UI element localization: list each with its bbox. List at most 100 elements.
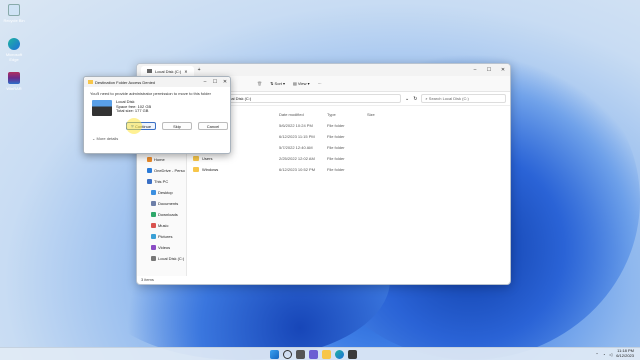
- refresh-icon[interactable]: ↻: [413, 96, 417, 102]
- maximize-icon[interactable]: ☐: [482, 67, 496, 73]
- delete-icon[interactable]: 🗑: [257, 81, 262, 86]
- row-date: 5/6/2022 10:24 PM: [279, 123, 313, 128]
- nav-item-label: Documents: [158, 201, 179, 206]
- edge-icon: [8, 38, 20, 50]
- nav-item[interactable]: Home: [137, 154, 186, 165]
- nav-item-label: OneDrive - Perso: [154, 168, 185, 173]
- explorer-tab[interactable]: Local Disk (C:) ✕: [141, 66, 194, 76]
- dialog-title: Destination Folder Access Denied: [95, 79, 156, 85]
- search-icon: ⌕: [425, 96, 428, 101]
- desktop-icon-winrar[interactable]: WinRAR: [3, 72, 25, 91]
- store-icon[interactable]: [348, 349, 357, 359]
- nav-item[interactable]: Videos: [137, 242, 186, 253]
- drive-details: Local Disk Space free: 102 GB Total size…: [116, 99, 151, 116]
- nav-item-icon: [147, 179, 152, 184]
- row-date: 5/7/2022 12:40 AM: [279, 145, 313, 150]
- nav-item-icon: [151, 212, 156, 217]
- view-button[interactable]: ▤ View ▾: [293, 81, 310, 86]
- drive-icon: [147, 69, 152, 73]
- row-name: Windows: [193, 167, 279, 172]
- row-date: 6/12/2023 11:15 PM: [279, 134, 315, 139]
- nav-item-icon: [151, 234, 156, 239]
- nav-item[interactable]: OneDrive - Perso: [137, 165, 186, 176]
- nav-item-label: This PC: [154, 179, 169, 184]
- chat-icon[interactable]: [309, 349, 318, 359]
- cancel-button[interactable]: Cancel: [198, 122, 228, 130]
- column-date[interactable]: Date modified: [279, 112, 327, 120]
- access-denied-dialog: Destination Folder Access Denied – ☐ ✕ Y…: [83, 76, 231, 154]
- nav-item-label: Desktop: [158, 190, 173, 195]
- chevron-up-icon[interactable]: ⌃: [595, 352, 598, 357]
- recycle-bin-icon: [8, 4, 20, 16]
- network-icon[interactable]: ◔: [603, 352, 605, 357]
- nav-item-icon: [147, 168, 152, 173]
- dialog-titlebar: Destination Folder Access Denied – ☐ ✕: [84, 77, 230, 87]
- table-row[interactable]: 5/6/2022 10:24 PM File folder: [193, 120, 510, 131]
- table-row[interactable]: Windows 6/12/2023 10:52 PM File folder: [193, 164, 510, 175]
- cursor-highlight: [126, 118, 142, 134]
- row-type: File folder: [327, 123, 345, 128]
- dialog-buttons: ⛨ Continue Skip Cancel: [84, 118, 230, 130]
- edge-icon[interactable]: [335, 349, 344, 359]
- search-input[interactable]: ⌕ Search Local Disk (C:): [421, 94, 506, 103]
- nav-item-icon: [147, 157, 152, 162]
- nav-item[interactable]: Desktop: [137, 187, 186, 198]
- system-tray: ⌃ ◔ ◁ 11:18 PM 6/12/2023: [595, 349, 640, 358]
- start-icon[interactable]: [270, 349, 279, 359]
- nav-item-label: Music: [158, 223, 169, 228]
- nav-item-label: Downloads: [158, 212, 178, 217]
- dialog-message: You'll need to provide administrator per…: [90, 91, 211, 96]
- nav-item-icon: [151, 256, 156, 261]
- table-row[interactable]: Users 2/25/2022 12:02 AM File folder: [193, 153, 510, 164]
- nav-item[interactable]: Downloads: [137, 209, 186, 220]
- close-tab-icon[interactable]: ✕: [184, 69, 187, 74]
- close-icon[interactable]: ✕: [220, 79, 230, 85]
- table-row[interactable]: 5/7/2022 12:40 AM File folder: [193, 142, 510, 153]
- file-list: Name Date modified Type Size 5/6/2022 10…: [193, 112, 510, 175]
- nav-item-label: Local Disk (C:): [158, 256, 185, 261]
- minimize-icon[interactable]: –: [468, 67, 482, 73]
- close-icon[interactable]: ✕: [496, 67, 510, 73]
- chevron-down-icon[interactable]: ⌄: [405, 96, 409, 102]
- new-tab-icon[interactable]: +: [198, 67, 201, 73]
- folder-icon: [88, 80, 93, 84]
- nav-item[interactable]: Local Disk (C:): [137, 253, 186, 264]
- taskbar: ⌃ ◔ ◁ 11:18 PM 6/12/2023: [0, 347, 640, 360]
- row-date: 2/25/2022 12:02 AM: [279, 156, 315, 161]
- table-row[interactable]: 6/12/2023 11:15 PM File folder: [193, 131, 510, 142]
- task-view-icon[interactable]: [296, 349, 305, 359]
- row-date: 6/12/2023 10:52 PM: [279, 167, 316, 172]
- window-controls: – ☐ ✕: [468, 67, 510, 73]
- nav-item-label: Videos: [158, 245, 171, 250]
- clock[interactable]: 11:18 PM 6/12/2023: [616, 349, 634, 358]
- nav-item-label: Home: [154, 157, 165, 162]
- volume-icon[interactable]: ◁: [609, 352, 612, 357]
- maximize-icon[interactable]: ☐: [210, 79, 220, 85]
- nav-item-icon: [151, 201, 156, 206]
- row-type: File folder: [327, 145, 345, 150]
- address-bar[interactable]: Local Disk (C:): [221, 94, 401, 103]
- column-headers: Name Date modified Type Size: [193, 112, 510, 120]
- nav-item[interactable]: Music: [137, 220, 186, 231]
- more-options-button[interactable]: ···: [318, 81, 322, 86]
- nav-item-label: Pictures: [158, 234, 173, 239]
- skip-button[interactable]: Skip: [162, 122, 192, 130]
- desktop-icon-recycle-bin[interactable]: Recycle Bin: [3, 4, 25, 23]
- winrar-icon: [8, 72, 20, 84]
- column-size[interactable]: Size: [367, 112, 397, 120]
- column-type[interactable]: Type: [327, 112, 367, 120]
- sort-button[interactable]: ⇅ Sort ▾: [270, 81, 285, 86]
- search-icon[interactable]: [283, 349, 292, 359]
- row-type: File folder: [327, 156, 345, 161]
- nav-item[interactable]: Documents: [137, 198, 186, 209]
- nav-item[interactable]: This PC: [137, 176, 186, 187]
- row-type: File folder: [327, 134, 345, 139]
- minimize-icon[interactable]: –: [200, 79, 210, 85]
- nav-item-icon: [151, 223, 156, 228]
- dialog-window-controls: – ☐ ✕: [200, 79, 230, 85]
- nav-item[interactable]: Pictures: [137, 231, 186, 242]
- desktop-icon-edge[interactable]: Microsoft Edge: [3, 38, 25, 62]
- taskbar-apps: [270, 349, 357, 359]
- more-details-toggle[interactable]: ⌄ More details: [84, 130, 230, 141]
- file-explorer-icon[interactable]: [322, 349, 331, 359]
